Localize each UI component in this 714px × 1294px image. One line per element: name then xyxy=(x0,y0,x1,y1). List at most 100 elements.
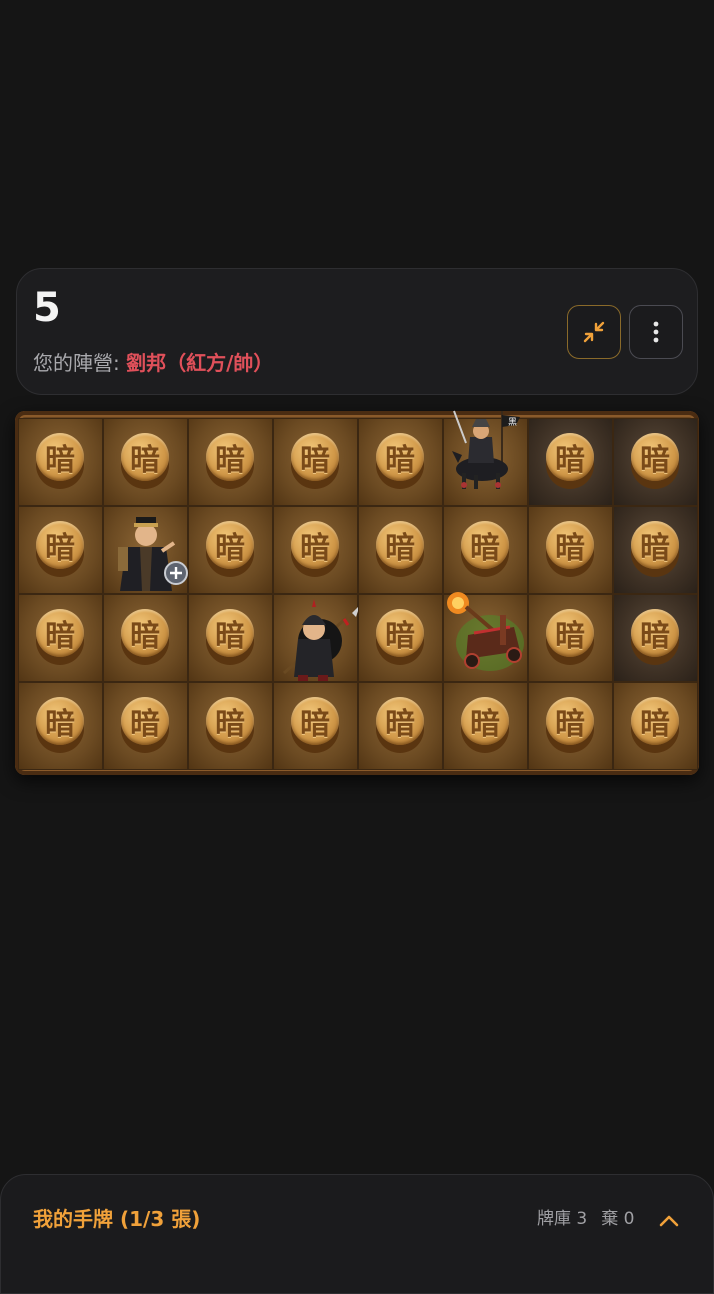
piece-glyph: 暗 xyxy=(215,619,245,654)
piece-glyph: 暗 xyxy=(640,531,670,566)
hidden-piece[interactable]: 暗 xyxy=(36,609,84,665)
hidden-piece[interactable]: 暗 xyxy=(206,433,254,489)
board-cell[interactable]: 暗 xyxy=(358,418,443,506)
hidden-piece[interactable]: 暗 xyxy=(631,521,679,577)
piece-glyph: 暗 xyxy=(555,619,585,654)
hidden-piece[interactable]: 暗 xyxy=(461,697,509,753)
board-cell[interactable]: 暗 xyxy=(18,418,103,506)
hidden-piece[interactable]: 暗 xyxy=(121,609,169,665)
board-cell[interactable]: 暗 xyxy=(358,594,443,682)
piece-glyph: 暗 xyxy=(45,707,75,742)
board-cell[interactable]: 暗 xyxy=(528,506,613,594)
hidden-piece[interactable]: 暗 xyxy=(461,521,509,577)
piece-glyph: 暗 xyxy=(300,531,330,566)
board-cell[interactable]: 暗 xyxy=(18,594,103,682)
hidden-piece[interactable]: 暗 xyxy=(631,433,679,489)
hidden-piece[interactable]: 暗 xyxy=(36,697,84,753)
board-cell[interactable]: 暗 xyxy=(613,418,698,506)
piece-glyph: 暗 xyxy=(555,707,585,742)
board-cell[interactable] xyxy=(273,594,359,683)
piece-glyph: 暗 xyxy=(300,707,330,742)
piece-glyph: 暗 xyxy=(215,443,245,478)
hidden-piece[interactable]: 暗 xyxy=(36,521,84,577)
piece-glyph: 暗 xyxy=(640,619,670,654)
piece-face: 暗 xyxy=(206,521,254,569)
cavalry-unit: 黑 xyxy=(452,410,520,489)
hidden-piece[interactable]: 暗 xyxy=(36,433,84,489)
hidden-piece[interactable]: 暗 xyxy=(206,521,254,577)
spearman-unit xyxy=(283,599,359,681)
piece-face: 暗 xyxy=(546,433,594,481)
piece-glyph: 暗 xyxy=(470,707,500,742)
board-cell[interactable]: 暗 xyxy=(443,506,528,594)
board-cell[interactable]: 暗 xyxy=(188,682,273,770)
board-cell[interactable]: 暗 xyxy=(103,594,188,682)
board-cell[interactable]: 暗 xyxy=(188,418,273,506)
hidden-piece[interactable]: 暗 xyxy=(631,697,679,753)
board-cell[interactable]: 暗 xyxy=(358,506,443,594)
board-cell[interactable]: 暗 xyxy=(273,682,358,770)
hand-title: 我的手牌 (1/3 張) xyxy=(33,1207,201,1231)
board-cell[interactable]: 暗 xyxy=(528,682,613,770)
piece-face: 暗 xyxy=(631,521,679,569)
piece-glyph: 暗 xyxy=(300,443,330,478)
board-cell[interactable] xyxy=(443,592,529,683)
board-grid: 暗 暗 暗 暗 暗 黑 暗 暗 暗 暗 暗 暗 暗 暗 暗 暗 暗 暗 暗 暗 … xyxy=(18,410,698,770)
hidden-piece[interactable]: 暗 xyxy=(546,521,594,577)
piece-glyph: 暗 xyxy=(45,443,75,478)
piece-glyph: 暗 xyxy=(385,619,415,654)
turn-number: 5 xyxy=(33,285,61,331)
board-cell[interactable]: 暗 xyxy=(18,682,103,770)
board-cell[interactable]: 暗 xyxy=(18,506,103,594)
chevron-up-icon[interactable] xyxy=(655,1207,683,1235)
board-cell[interactable]: 暗 xyxy=(528,594,613,682)
hidden-piece[interactable]: 暗 xyxy=(546,433,594,489)
board-cell[interactable]: 暗 xyxy=(273,506,358,594)
board-cell[interactable]: 黑 xyxy=(443,410,529,507)
board-cell[interactable]: 暗 xyxy=(528,418,613,506)
piece-face: 暗 xyxy=(291,521,339,569)
hidden-piece[interactable]: 暗 xyxy=(376,521,424,577)
hidden-piece[interactable]: 暗 xyxy=(291,433,339,489)
cavalry-piece[interactable]: 黑 xyxy=(444,410,529,507)
hidden-piece[interactable]: 暗 xyxy=(121,433,169,489)
hidden-piece[interactable]: 暗 xyxy=(121,697,169,753)
strategist-piece[interactable] xyxy=(104,507,189,595)
piece-glyph: 暗 xyxy=(130,443,160,478)
hidden-piece[interactable]: 暗 xyxy=(291,521,339,577)
board-cell[interactable]: 暗 xyxy=(188,506,273,594)
hidden-piece[interactable]: 暗 xyxy=(206,697,254,753)
hidden-piece[interactable]: 暗 xyxy=(546,697,594,753)
piece-face: 暗 xyxy=(546,521,594,569)
piece-face: 暗 xyxy=(36,697,84,745)
piece-face: 暗 xyxy=(206,433,254,481)
hand-panel[interactable]: 我的手牌 (1/3 張) 牌庫 3 棄 0 xyxy=(0,1174,714,1294)
board-cell[interactable]: 暗 xyxy=(358,682,443,770)
piece-glyph: 暗 xyxy=(215,531,245,566)
hand-stats: 牌庫 3 棄 0 xyxy=(537,1207,634,1231)
board-cell[interactable]: 暗 xyxy=(613,506,698,594)
hidden-piece[interactable]: 暗 xyxy=(376,697,424,753)
spearman-piece[interactable] xyxy=(274,595,359,683)
hidden-piece[interactable]: 暗 xyxy=(546,609,594,665)
board-cell[interactable]: 暗 xyxy=(188,594,273,682)
hidden-piece[interactable]: 暗 xyxy=(291,697,339,753)
hidden-piece[interactable]: 暗 xyxy=(376,609,424,665)
hidden-piece[interactable]: 暗 xyxy=(376,433,424,489)
hidden-piece[interactable]: 暗 xyxy=(631,609,679,665)
hidden-piece[interactable]: 暗 xyxy=(206,609,254,665)
piece-face: 暗 xyxy=(376,433,424,481)
more-options-button[interactable] xyxy=(629,305,683,359)
board-cell[interactable]: 暗 xyxy=(443,682,528,770)
board-cell[interactable]: 暗 xyxy=(103,682,188,770)
board-cell[interactable]: 暗 xyxy=(103,418,188,506)
catapult-piece[interactable] xyxy=(444,592,529,683)
board-cell[interactable]: 暗 xyxy=(613,682,698,770)
board-cell[interactable] xyxy=(103,506,188,594)
piece-face: 暗 xyxy=(631,697,679,745)
board-cell[interactable]: 暗 xyxy=(273,418,358,506)
board-cell[interactable]: 暗 xyxy=(613,594,698,682)
collapse-button[interactable] xyxy=(567,305,621,359)
piece-face: 暗 xyxy=(36,433,84,481)
piece-glyph: 暗 xyxy=(385,707,415,742)
